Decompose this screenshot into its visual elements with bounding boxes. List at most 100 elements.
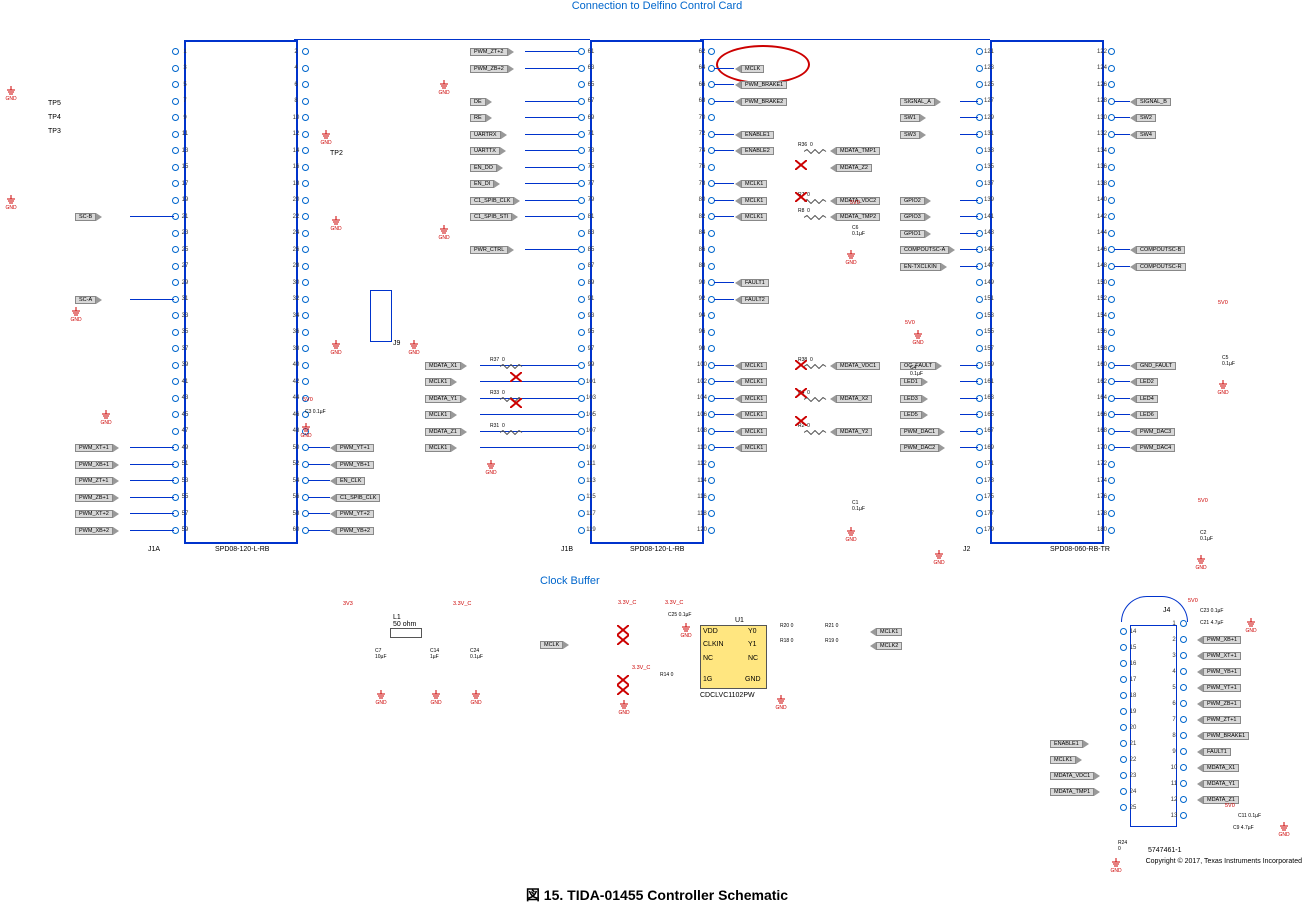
net-SW2: SW2 [1130,113,1156,123]
net-UARTRX: UARTRX [470,130,507,140]
pwr-3v3c-3: 3.3V_C [665,600,683,606]
pin-72: 72 [696,131,715,138]
cap-C5: C50.1µF [1222,355,1235,367]
pin-91: 91 [578,296,597,303]
pin-22: 22 [290,213,309,220]
pin-145: 145 [976,246,995,253]
pin-8: 8 [1168,732,1187,739]
cap-C3: C3 0.1µF [305,409,326,415]
pin-9: 9 [172,114,191,121]
gnd-symbol: GND [1217,380,1229,396]
pin-14: 14 [1120,628,1139,635]
net-PWM_DAC3: PWM_DAC3 [1130,427,1175,437]
net-GPIO1: GPIO1 [900,229,931,239]
pin-clkin: CLKIN [703,641,724,648]
pwr-3v3c: 3.3V_C [453,601,471,607]
gnd-symbol: GND [430,690,442,706]
res-R20: R20 0 [780,623,793,629]
pin-88: 88 [696,263,715,270]
pin-152: 152 [1096,296,1115,303]
net-MCLK1: MCLK1 [1050,755,1082,765]
pin-109: 109 [578,444,597,451]
pin-116: 116 [696,494,715,501]
pin-105: 105 [578,411,597,418]
ref-J4: J4 [1163,607,1170,614]
pin-12: 12 [290,131,309,138]
cap-C2: C20.1µF [1200,530,1213,542]
gnd-symbol: GND [438,225,450,241]
pin-19: 19 [172,197,191,204]
pin-148: 148 [1096,263,1115,270]
connector-J9 [370,290,392,342]
cap-C25: C25 0.1µF [668,612,691,618]
pin-41: 41 [172,378,191,385]
pin-163: 163 [976,395,995,402]
pin-96: 96 [696,329,715,336]
pin-167: 167 [976,428,995,435]
pin-31: 31 [172,296,191,303]
net-MDATA_X1: MDATA_X1 [1197,763,1239,773]
net-MCLK1: MCLK1 [425,443,457,453]
pin-24: 24 [290,230,309,237]
pin-95: 95 [578,329,597,336]
gnd-symbol: GND [912,330,924,346]
pin-49: 49 [172,444,191,451]
net-PWM_YB+1: PWM_YB+1 [330,460,374,470]
gnd-symbol: GND [845,250,857,266]
pin-3: 3 [1168,652,1187,659]
net-SW3: SW3 [900,130,926,140]
net-MCLK1: MCLK1 [735,377,767,387]
net-PWM_DAC4: PWM_DAC4 [1130,443,1175,453]
pin-38: 38 [290,345,309,352]
pin-74: 74 [696,147,715,154]
net-PWM_ZT+1: PWM_ZT+1 [1197,715,1241,725]
net-PWM_XB+1: PWM_XB+1 [1197,635,1241,645]
res-R36: R36 0 [798,142,813,148]
net-MCLK1: MCLK1 [735,427,767,437]
pwr-5v0: 5V0 [1218,300,1228,306]
net-LED6: LED6 [1130,410,1158,420]
gnd-symbol: GND [1110,858,1122,874]
pin-83: 83 [578,230,597,237]
pin-93: 93 [578,312,597,319]
pin-54: 54 [290,477,309,484]
pin-108: 108 [696,428,715,435]
pin-y0: Y0 [748,628,757,635]
net-PWM_XB+2: PWM_XB+2 [75,526,119,536]
part-J2: SPD08-060-RB-TR [1050,546,1110,553]
pin-150: 150 [1096,279,1115,286]
pin-15: 15 [1120,644,1139,651]
pin-128: 128 [1096,98,1115,105]
pwr-5v0-j4: 5V0 [1188,598,1198,604]
pin-92: 92 [696,296,715,303]
ref-J2: J2 [963,546,970,553]
net-LED3: LED3 [900,394,928,404]
pin-40: 40 [290,362,309,369]
res-R31: R31 0 [490,423,505,429]
net-MCLK1: MCLK1 [735,212,767,222]
pin-7: 7 [1168,716,1187,723]
pin-11: 11 [1168,780,1187,787]
pin-y1: Y1 [748,641,757,648]
pin-82: 82 [696,213,715,220]
net-PWM_DAC2: PWM_DAC2 [900,443,945,453]
net-ENABLE1: ENABLE1 [1050,739,1089,749]
net-LED1: LED1 [900,377,928,387]
pin-30: 30 [290,279,309,286]
inductor-L1: L150 ohm [393,614,416,628]
pin-133: 133 [976,147,995,154]
pin-118: 118 [696,510,715,517]
pin-136: 136 [1096,164,1115,171]
pin-122: 122 [1096,48,1115,55]
pin-57: 57 [172,510,191,517]
net-SW1: SW1 [900,113,926,123]
pin-169: 169 [976,444,995,451]
pwr-5v0: 5V0 [303,397,313,403]
tp4: TP4 [48,114,61,121]
pin-168: 168 [1096,428,1115,435]
pin-29: 29 [172,279,191,286]
pin-28: 28 [290,263,309,270]
net-PWM_YT+1: PWM_YT+1 [330,443,374,453]
pin-65: 65 [578,81,597,88]
net-PWM_ZT+1: PWM_ZT+1 [75,476,119,486]
